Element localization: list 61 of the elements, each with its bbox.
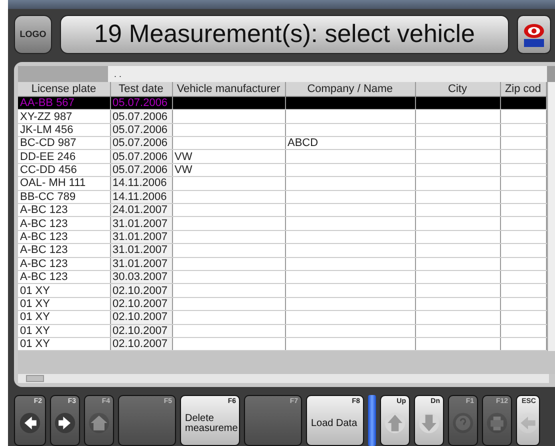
column-header[interactable]: License plate bbox=[18, 82, 110, 96]
house-icon bbox=[88, 412, 110, 434]
table-cell: VW bbox=[172, 163, 285, 177]
table-cell: BC-CD 987 bbox=[18, 136, 110, 150]
table-cell: 02.10.2007 bbox=[110, 310, 172, 324]
table-cell: 01 XY bbox=[18, 284, 110, 298]
table-cell: 05.07.2006 bbox=[110, 150, 172, 164]
arrow-down-icon bbox=[418, 412, 440, 434]
table-cell: 02.10.2007 bbox=[110, 337, 172, 351]
table-cell: JK-LM 456 bbox=[18, 123, 110, 137]
table-cell: OAL- MH 111 bbox=[18, 176, 110, 190]
scrollbar-corner bbox=[547, 66, 555, 82]
table-cell: 14.11.2006 bbox=[110, 190, 172, 204]
table-cell: 30.03.2007 bbox=[110, 270, 172, 284]
table-cell: 02.10.2007 bbox=[110, 284, 172, 298]
table-cell: ABCD bbox=[285, 136, 415, 150]
table-cell: 05.07.2006 bbox=[110, 110, 172, 124]
key-text: Load Data bbox=[310, 417, 358, 430]
table-cell: 01 XY bbox=[18, 310, 110, 324]
table-cell: A-BC 123 bbox=[18, 257, 110, 270]
table-cell: 31.01.2007 bbox=[110, 216, 172, 230]
table-cell: 05.07.2006 bbox=[110, 96, 172, 110]
table-cell: 14.11.2006 bbox=[110, 176, 172, 190]
table-cell: XY-ZZ 987 bbox=[18, 110, 110, 124]
table-cell: 31.01.2007 bbox=[110, 244, 172, 258]
table-cell: CC-DD 456 bbox=[18, 163, 110, 177]
table-cell: VW bbox=[172, 150, 285, 164]
table-cell: 02.10.2007 bbox=[110, 324, 172, 338]
arrow-up-icon bbox=[384, 412, 406, 434]
key-text: Delete measureme bbox=[184, 412, 239, 434]
table-cell: 02.10.2007 bbox=[110, 297, 172, 311]
table-cell: AA-BB 567 bbox=[18, 96, 110, 110]
column-header[interactable]: Zip cod bbox=[500, 82, 546, 96]
column-header[interactable]: City bbox=[415, 82, 500, 96]
table-cell: 05.07.2006 bbox=[110, 136, 172, 150]
table-cell: 31.01.2007 bbox=[110, 230, 172, 244]
table-cell: DD-EE 246 bbox=[18, 150, 110, 164]
arrow-left-icon bbox=[19, 412, 41, 434]
table-cell: 24.01.2007 bbox=[110, 204, 172, 217]
table-cell: 05.07.2006 bbox=[110, 163, 172, 177]
table-cell: A-BC 123 bbox=[18, 204, 110, 217]
table-cell: 05.07.2006 bbox=[110, 123, 172, 137]
column-header[interactable]: Company / Name bbox=[285, 82, 415, 96]
printer-icon bbox=[486, 412, 508, 434]
table-cell: 01 XY bbox=[18, 297, 110, 311]
table-cell: A-BC 123 bbox=[18, 270, 110, 284]
table-cell: A-BC 123 bbox=[18, 244, 110, 258]
arrow-right-icon bbox=[54, 412, 76, 434]
logo-button[interactable]: LOGO bbox=[14, 14, 52, 54]
table-cell: A-BC 123 bbox=[18, 216, 110, 230]
table-cell: 31.01.2007 bbox=[110, 257, 172, 270]
eye-logo-icon bbox=[522, 22, 546, 48]
question-icon bbox=[452, 412, 474, 434]
table-cell: 01 XY bbox=[18, 324, 110, 338]
column-header[interactable]: Test date bbox=[110, 82, 172, 96]
filter-text: . . bbox=[108, 66, 547, 82]
column-header[interactable]: Vehicle manufacturer bbox=[172, 82, 285, 96]
table-cell: A-BC 123 bbox=[18, 230, 110, 244]
indicator-bar bbox=[368, 394, 376, 446]
window-title: 19 Measurement(s): select vehicle bbox=[60, 14, 509, 54]
table-cell: BB-CC 789 bbox=[18, 190, 110, 204]
